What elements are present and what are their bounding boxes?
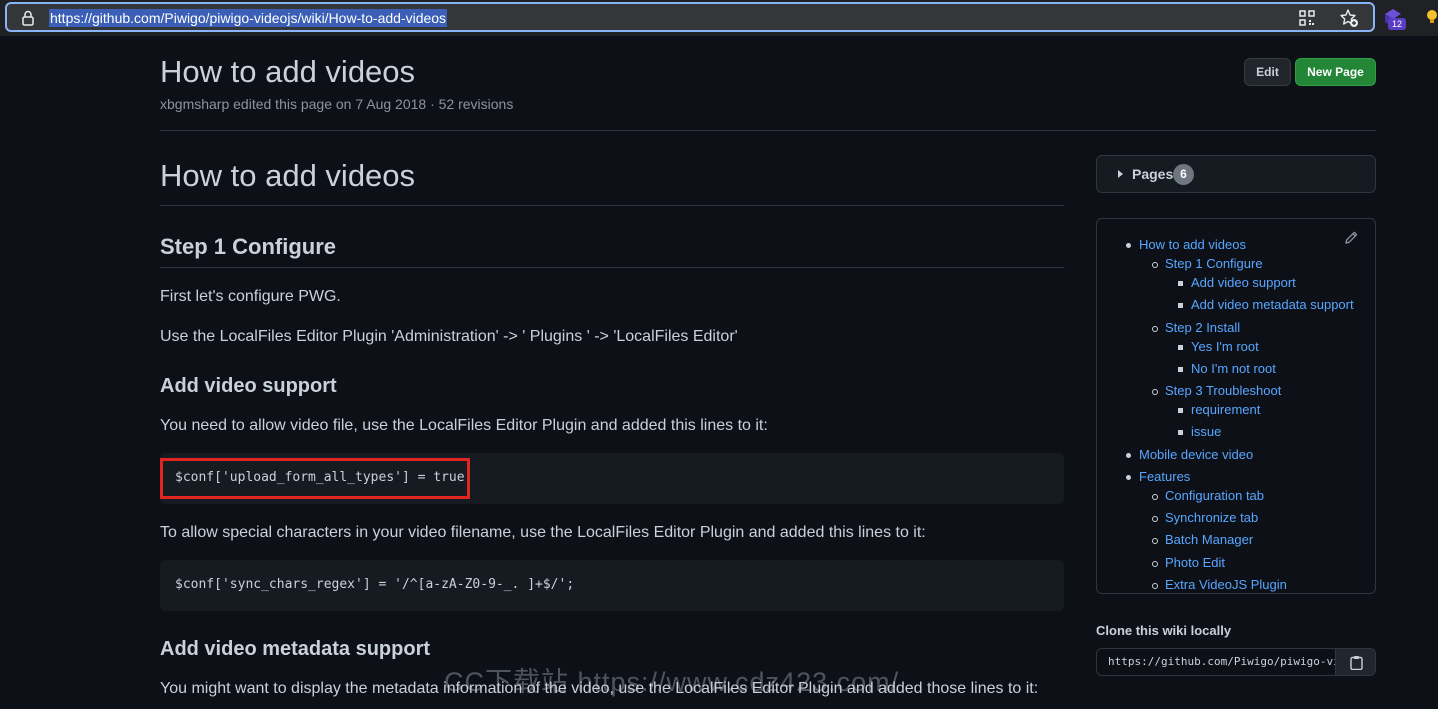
toc-link[interactable]: Photo Edit [1165,555,1225,570]
toc-bullet [1178,430,1183,435]
toc-bullet [1152,389,1158,395]
extension-badge: 12 [1388,18,1406,30]
address-bar[interactable]: https://github.com/Piwigo/piwigo-videojs… [5,2,1375,32]
pencil-icon[interactable] [1344,230,1359,245]
toc-bullet [1178,345,1183,350]
code-text: $conf['sync_chars_regex'] = '/^[a-zA-Z0-… [175,577,575,592]
new-page-button[interactable]: New Page [1295,58,1376,86]
add-video-support-heading: Add video support [160,375,337,397]
toc-link[interactable]: No I'm not root [1191,361,1276,376]
wiki-page-title: How to add videos [160,54,416,89]
toc-link[interactable]: Step 3 Troubleshoot [1165,383,1281,398]
toc-bullet [1152,516,1158,522]
qr-code-icon[interactable] [1299,10,1315,26]
toc-link[interactable]: How to add videos [1139,237,1246,252]
heading-rule [160,205,1064,206]
highlight-annotation-box [160,458,470,499]
code-block-sync-chars: $conf['sync_chars_regex'] = '/^[a-zA-Z0-… [160,560,1064,611]
clone-title: Clone this wiki locally [1096,623,1232,638]
toc-link[interactable]: Mobile device video [1139,447,1253,462]
paragraph-use-plugin: Use the LocalFiles Editor Plugin 'Admini… [160,328,738,345]
revision-meta: xbgmsharp edited this page on 7 Aug 2018… [160,96,514,112]
edit-button[interactable]: Edit [1244,58,1291,86]
toc-bullet [1126,453,1131,458]
toc-bullet [1178,408,1183,413]
pages-count-badge: 6 [1173,164,1194,185]
content-heading-1: How to add videos [160,158,416,193]
toc-bullet [1152,538,1158,544]
toc-link[interactable]: Configuration tab [1165,488,1264,503]
toc-link[interactable]: Yes I'm root [1191,339,1259,354]
toc-bullet [1152,561,1158,567]
toc-bullet [1178,281,1183,286]
copy-url-button[interactable] [1335,648,1376,676]
toc-link[interactable]: Add video metadata support [1191,297,1354,312]
pages-label: Pages [1132,166,1174,182]
extension-icon-2[interactable] [1426,9,1438,23]
toc-link[interactable]: Extra VideoJS Plugin [1165,577,1287,592]
watermark: CC下载站 https://www.cdz423.com/ [444,667,900,697]
lock-icon[interactable] [21,10,35,26]
table-of-contents: How to add videos Step 1 Configure Add vid… [1096,218,1376,594]
toc-link[interactable]: requirement [1191,402,1260,417]
pages-toggle[interactable]: Pages 6 [1096,155,1376,193]
header-divider [160,130,1376,131]
favorite-star-icon[interactable] [1339,8,1359,28]
heading-rule [160,267,1064,268]
toc-bullet [1126,243,1131,248]
toc-bullet [1178,367,1183,372]
url-text[interactable]: https://github.com/Piwigo/piwigo-videojs… [49,9,448,27]
toc-link[interactable]: Step 1 Configure [1165,256,1263,271]
toc-bullet [1152,262,1158,268]
toc-link[interactable]: Features [1139,469,1190,484]
caret-right-icon [1118,170,1123,178]
step1-heading: Step 1 Configure [160,234,337,259]
paragraph-special-chars: To allow special characters in your vide… [160,524,926,541]
toc-link[interactable]: Synchronize tab [1165,510,1258,525]
clone-url-input[interactable]: https://github.com/Piwigo/piwigo-videojs… [1096,648,1336,676]
clipboard-icon [1350,656,1363,670]
toc-bullet [1152,326,1158,332]
toc-link[interactable]: issue [1191,424,1221,439]
toc-link[interactable]: Batch Manager [1165,532,1253,547]
toc-bullet [1152,583,1158,589]
toc-bullet [1178,303,1183,308]
toc-bullet [1126,475,1131,480]
paragraph-configure: First let's configure PWG. [160,288,341,305]
add-metadata-heading: Add video metadata support [160,638,431,660]
paragraph-allow-video: You need to allow video file, use the Lo… [160,417,768,434]
browser-toolbar: https://github.com/Piwigo/piwigo-videojs… [0,0,1438,36]
toc-link[interactable]: Step 2 Install [1165,320,1240,335]
toc-link[interactable]: Add video support [1191,275,1296,290]
toc-bullet [1152,494,1158,500]
